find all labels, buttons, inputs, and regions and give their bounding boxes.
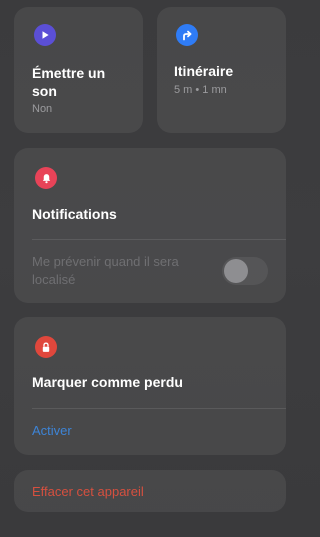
erase-device-link[interactable]: Effacer cet appareil xyxy=(32,483,144,501)
turn-right-arrow-icon xyxy=(176,24,198,46)
play-sound-card[interactable]: Émettre un son Non xyxy=(14,7,143,133)
play-sound-title: Émettre un son xyxy=(32,65,106,99)
divider xyxy=(32,239,286,240)
erase-device-card[interactable]: Effacer cet appareil xyxy=(14,470,286,512)
lock-icon xyxy=(35,336,57,358)
notify-when-found-toggle[interactable] xyxy=(222,257,268,285)
directions-title: Itinéraire xyxy=(174,63,234,79)
bell-icon xyxy=(35,167,57,189)
play-sound-status: Non xyxy=(32,103,53,115)
notifications-title: Notifications xyxy=(32,206,117,222)
directions-card[interactable]: Itinéraire 5 m • 1 mn xyxy=(157,7,286,133)
lost-mode-card: Marquer comme perdu Activer xyxy=(14,317,286,455)
notifications-card: Notifications Me prévenir quand il sera … xyxy=(14,148,286,303)
lost-mode-title: Marquer comme perdu xyxy=(32,374,183,390)
toggle-knob xyxy=(224,259,248,283)
directions-distance-time: 5 m • 1 mn xyxy=(174,84,227,96)
divider xyxy=(32,408,286,409)
activate-lost-mode-link[interactable]: Activer xyxy=(32,422,72,440)
notify-when-found-label: Me prévenir quand il sera localisé xyxy=(32,254,179,287)
play-icon xyxy=(34,24,56,46)
